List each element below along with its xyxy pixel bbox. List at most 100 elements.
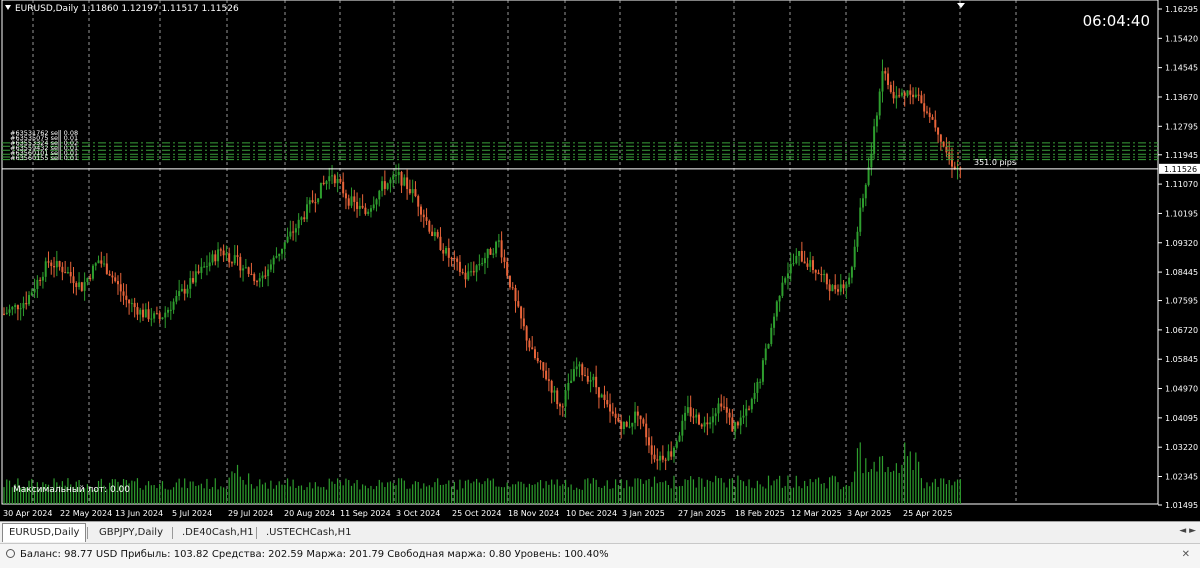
candle-body xyxy=(442,249,445,254)
candle-body xyxy=(230,262,233,264)
date-label: 18 Feb 2025 xyxy=(735,509,785,518)
candle-body xyxy=(39,279,42,281)
candle-body xyxy=(470,271,473,273)
candle-body xyxy=(756,381,759,393)
candle-body xyxy=(422,214,425,218)
dropdown-triangle-icon[interactable] xyxy=(5,5,11,10)
candle-body xyxy=(169,309,172,311)
candle-body xyxy=(670,451,673,457)
candle-body xyxy=(119,284,122,292)
candle-body xyxy=(622,421,625,430)
candle-body xyxy=(281,248,283,254)
chart-area[interactable]: 30 Apr 2024 22 May 2024 13 Jun 2024 5 Jul 2… xyxy=(0,0,1200,521)
candle-body xyxy=(453,257,456,259)
close-icon[interactable]: ✕ xyxy=(1182,544,1190,566)
tab-eurusd-daily[interactable]: EURUSD,Daily xyxy=(2,523,87,542)
date-label: 25 Apr 2025 xyxy=(903,509,952,518)
candle-body xyxy=(394,175,397,177)
candle-body xyxy=(803,261,806,264)
account-summary: Баланс: 98.77 USD Прибыль: 103.82 Средст… xyxy=(20,549,609,560)
candle-body xyxy=(411,189,414,194)
candle-body xyxy=(689,407,692,417)
candle-body xyxy=(875,115,878,127)
candle-body xyxy=(714,413,717,417)
candle-body xyxy=(58,261,61,267)
candle-body xyxy=(383,181,386,189)
candle-body xyxy=(3,313,5,315)
candle-body xyxy=(625,421,628,427)
terminal-toggle-icon[interactable] xyxy=(6,549,15,558)
candle-body xyxy=(825,274,828,285)
candle-body xyxy=(845,284,848,289)
candle-body xyxy=(639,415,642,420)
candle-body xyxy=(636,411,639,416)
candle-body xyxy=(617,417,620,422)
candle-body xyxy=(247,267,250,274)
tab-gbpjpy-daily[interactable]: GBPJPY,Daily xyxy=(93,524,169,542)
candle-body xyxy=(720,403,723,407)
candle-body xyxy=(650,445,653,455)
candle-body xyxy=(850,267,853,278)
candle-body xyxy=(414,189,417,197)
candle-body xyxy=(66,272,69,274)
candle-body xyxy=(475,265,478,273)
candle-body xyxy=(614,413,617,418)
candle-body xyxy=(242,268,245,271)
candle-body xyxy=(456,258,459,262)
candle-body xyxy=(214,254,217,262)
candle-body xyxy=(483,258,486,264)
candle-body xyxy=(219,249,222,251)
candle-body xyxy=(344,193,347,199)
candle-body xyxy=(831,285,834,292)
candle-body xyxy=(275,256,278,258)
candle-body xyxy=(408,189,411,194)
candle-body xyxy=(542,362,545,371)
price-label: 1.11070 xyxy=(1165,180,1198,189)
candle-body xyxy=(433,232,436,237)
candle-body xyxy=(255,281,258,283)
candle-body xyxy=(458,261,461,273)
candle-body xyxy=(775,301,778,317)
date-label: 25 Oct 2024 xyxy=(452,509,501,518)
candle-body xyxy=(122,291,125,296)
candle-body xyxy=(403,177,406,186)
candle-body xyxy=(114,277,117,282)
candle-body xyxy=(53,266,56,268)
candle-body xyxy=(461,272,464,274)
candle-body xyxy=(700,424,703,427)
candle-body xyxy=(356,201,359,209)
candle-body xyxy=(506,261,509,276)
candle-body xyxy=(878,91,881,116)
candle-body xyxy=(489,248,492,255)
candle-body xyxy=(80,282,83,291)
candle-body xyxy=(864,184,867,199)
candle-body xyxy=(294,228,297,233)
candle-body xyxy=(464,272,467,280)
price-label: 1.01495 xyxy=(1165,501,1198,510)
date-label: 10 Dec 2024 xyxy=(566,509,617,518)
candle-body xyxy=(667,451,670,461)
price-label: 1.07595 xyxy=(1165,297,1198,306)
candle-body xyxy=(425,217,428,221)
candle-body xyxy=(628,426,631,428)
candle-body xyxy=(225,253,228,256)
price-label: 1.04095 xyxy=(1165,414,1198,423)
plot-frame xyxy=(1,0,1159,505)
candle-body xyxy=(292,231,295,233)
tab-de40cash-h1[interactable]: .DE40Cash,H1 xyxy=(176,524,260,542)
candle-body xyxy=(28,295,31,305)
price-chart[interactable]: 30 Apr 2024 22 May 2024 13 Jun 2024 5 Jul 2… xyxy=(0,0,1200,521)
candle-body xyxy=(672,447,675,457)
candle-body xyxy=(100,260,103,264)
candle-body xyxy=(297,219,300,229)
candle-body xyxy=(839,284,842,292)
candle-body xyxy=(244,267,247,269)
tab-ustechcash-h1[interactable]: .USTECHCash,H1 xyxy=(260,524,358,542)
tabs-scroll-arrows[interactable]: ◄ ► xyxy=(1179,526,1196,536)
candle-body xyxy=(778,295,781,302)
candle-body xyxy=(556,390,559,405)
pips-label: 351.0 pips xyxy=(974,158,1016,167)
candle-body xyxy=(150,318,153,320)
candle-body xyxy=(659,455,662,461)
order-label: #63560155 sell 0.01 xyxy=(10,154,78,162)
